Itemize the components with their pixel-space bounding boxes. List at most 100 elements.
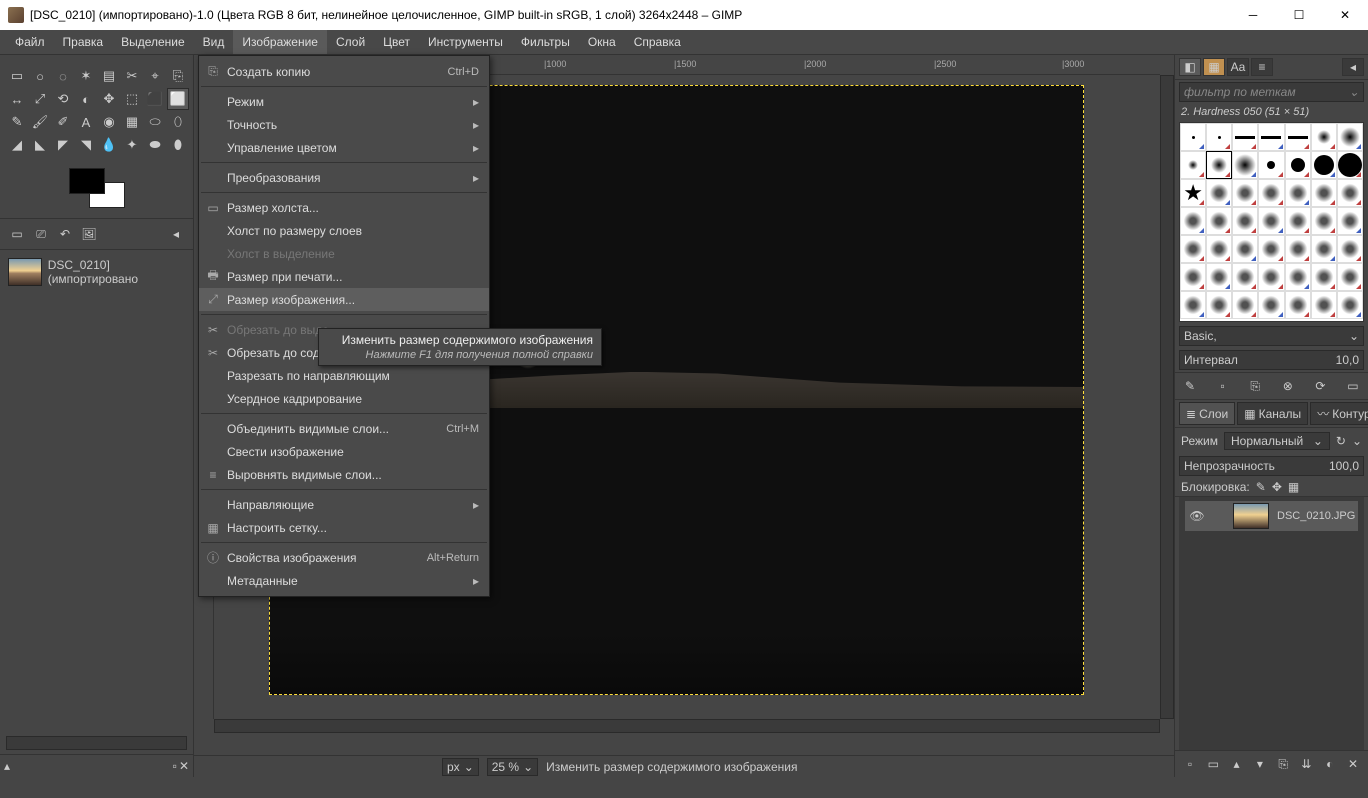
brush-item[interactable] [1258,179,1284,207]
mode-reset-icon[interactable]: ↻ [1336,434,1346,448]
brush-item[interactable] [1285,123,1311,151]
brush-item[interactable] [1180,235,1206,263]
unit-dropdown[interactable]: px⌄ [442,758,479,776]
tool-23[interactable]: ⬯ [167,111,189,133]
menu-item[interactable]: Режим▸ [199,90,489,113]
menu-файл[interactable]: Файл [6,30,54,54]
tab-menu-icon[interactable]: ◂ [1342,58,1364,76]
scrollbar[interactable] [6,736,187,750]
tool-2[interactable]: ◌ [52,65,74,87]
brush-item[interactable] [1232,263,1258,291]
menu-item[interactable]: ⎘Создать копиюCtrl+D [199,60,489,83]
tool-1[interactable]: ○ [29,65,51,87]
tool-26[interactable]: ◤ [52,134,74,156]
brush-item[interactable] [1311,179,1337,207]
tool-8[interactable]: ↔ [6,88,28,110]
menu-item[interactable]: ⓘСвойства изображенияAlt+Return [199,546,489,569]
layer-mode-dropdown[interactable]: Нормальный⌄ [1224,432,1330,450]
tab-Слои[interactable]: ≣Слои [1179,402,1235,425]
tab-menu-icon[interactable]: ◂ [165,223,187,245]
brush-item[interactable] [1206,123,1232,151]
tool-4[interactable]: ▤ [98,65,120,87]
tool-6[interactable]: ⌖ [144,65,166,87]
menu-слой[interactable]: Слой [327,30,374,54]
tool-10[interactable]: ⟲ [52,88,74,110]
images-tab-icon[interactable]: 🖼 [78,223,100,245]
tool-31[interactable]: ⬮ [167,134,189,156]
brush-item[interactable] [1232,151,1258,179]
brush-filter-input[interactable]: фильтр по меткам⌄ [1179,82,1364,102]
brush-item[interactable] [1232,179,1258,207]
menu-item[interactable]: Управление цветом▸ [199,136,489,159]
mask-icon[interactable]: ◐ [1321,755,1339,773]
brush-item[interactable] [1180,151,1206,179]
zoom-dropdown[interactable]: 25 %⌄ [487,758,538,776]
tool-5[interactable]: ✂ [121,65,143,87]
lock-alpha-icon[interactable]: ▦ [1288,480,1299,494]
tool-20[interactable]: ◉ [98,111,120,133]
brush-item[interactable] [1258,263,1284,291]
brush-item[interactable] [1258,235,1284,263]
brush-item[interactable] [1232,291,1258,319]
brush-item[interactable] [1285,263,1311,291]
brush-item[interactable] [1206,179,1232,207]
layer-row[interactable]: 👁 DSC_0210.JPG [1185,501,1358,531]
menu-item[interactable]: Разрезать по направляющим [199,364,489,387]
menu-выделение[interactable]: Выделение [112,30,194,54]
brush-item[interactable] [1285,207,1311,235]
menu-цвет[interactable]: Цвет [374,30,419,54]
delete-layer-icon[interactable]: ✕ [1344,755,1362,773]
new-brush-icon[interactable]: ▫ [1214,377,1232,395]
delete-brush-icon[interactable]: ⊗ [1279,377,1297,395]
brush-item[interactable] [1232,207,1258,235]
layer-name[interactable]: DSC_0210.JPG [1277,510,1355,522]
brush-item[interactable] [1180,291,1206,319]
layer-opacity-input[interactable]: Непрозрачность 100,0 [1179,456,1364,476]
tool-15[interactable]: ⬜ [167,88,189,110]
new-layer-icon[interactable]: ▫ [1181,755,1199,773]
patterns-tab-icon[interactable]: ▦ [1203,58,1225,76]
brushes-tab-icon[interactable]: ◧ [1179,58,1201,76]
brush-item[interactable] [1311,263,1337,291]
close-button[interactable]: ✕ [1322,0,1368,30]
tool-9[interactable]: ⤢ [29,88,51,110]
tool-17[interactable]: 🖌 [29,111,51,133]
tab-Контуры[interactable]: 〰Контуры [1310,402,1368,425]
fg-color-swatch[interactable] [69,168,105,194]
brush-item[interactable] [1337,151,1363,179]
menu-item[interactable]: Метаданные▸ [199,569,489,592]
brush-item[interactable] [1206,235,1232,263]
brush-item[interactable] [1311,207,1337,235]
edit-brush-icon[interactable]: ✎ [1181,377,1199,395]
visibility-icon[interactable]: 👁 [1187,509,1207,523]
tool-options-tab-icon[interactable]: ▭ [6,223,28,245]
brush-item[interactable] [1285,291,1311,319]
maximize-button[interactable]: ☐ [1276,0,1322,30]
tool-30[interactable]: ⬬ [144,134,166,156]
tool-27[interactable]: ◥ [75,134,97,156]
lock-pixels-icon[interactable]: ✎ [1256,480,1266,494]
tool-13[interactable]: ⬚ [121,88,143,110]
menu-справка[interactable]: Справка [625,30,690,54]
brush-item[interactable] [1206,291,1232,319]
tool-29[interactable]: ✦ [121,134,143,156]
scrollbar-vertical[interactable] [1160,75,1174,719]
menu-item[interactable]: ≡Выровнять видимые слои... [199,463,489,486]
menu-item[interactable]: Преобразования▸ [199,166,489,189]
brush-item[interactable] [1180,263,1206,291]
menu-item[interactable]: 🖶Размер при печати... [199,265,489,288]
tool-18[interactable]: ✐ [52,111,74,133]
menu-item[interactable]: ▭Размер холста... [199,196,489,219]
brush-item[interactable] [1311,291,1337,319]
open-as-image-icon[interactable]: ▭ [1344,377,1362,395]
tool-25[interactable]: ◣ [29,134,51,156]
brush-item[interactable] [1337,123,1363,151]
brush-item[interactable] [1337,291,1363,319]
menu-правка[interactable]: Правка [54,30,113,54]
lock-position-icon[interactable]: ✥ [1272,480,1282,494]
menu-item[interactable]: Направляющие▸ [199,493,489,516]
merge-down-icon[interactable]: ⇊ [1297,755,1315,773]
minimize-button[interactable]: ─ [1230,0,1276,30]
new-display-icon[interactable]: ▫ [173,759,177,773]
tool-19[interactable]: A [75,111,97,133]
